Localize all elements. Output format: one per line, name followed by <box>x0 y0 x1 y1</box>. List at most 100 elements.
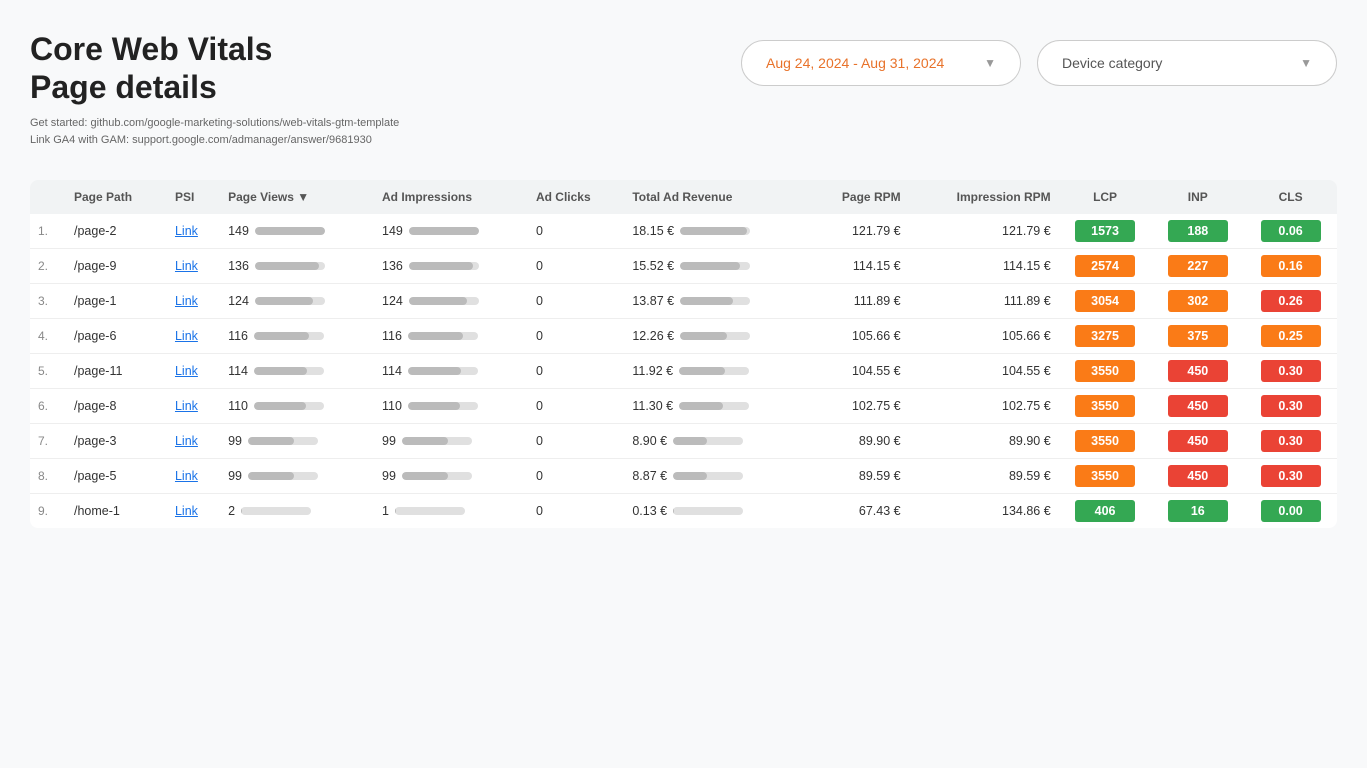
psi-link[interactable]: Link <box>175 259 198 273</box>
total-ad-revenue-cell: 12.26 € <box>632 329 798 343</box>
page-views-cell: 99 <box>228 434 366 448</box>
table-row: 1./page-2Link 149 149 0 18.15 € 121.79 €… <box>30 214 1337 249</box>
cls-badge: 0.30 <box>1261 430 1321 452</box>
lcp-badge: 3550 <box>1075 360 1135 382</box>
ad-clicks-cell: 0 <box>536 399 543 413</box>
device-filter-arrow-icon: ▼ <box>1300 56 1312 70</box>
total-ad-revenue-bar <box>679 367 749 375</box>
inp-badge: 227 <box>1168 255 1228 277</box>
lcp-badge: 3550 <box>1075 465 1135 487</box>
ad-clicks-cell: 0 <box>536 294 543 308</box>
psi-link[interactable]: Link <box>175 399 198 413</box>
cls-cell: 0.06 <box>1244 214 1337 249</box>
psi-link[interactable]: Link <box>175 504 198 518</box>
page-rpm-cell: 105.66 € <box>852 329 901 343</box>
page-rpm-cell: 114.15 € <box>853 259 901 273</box>
row-number: 7. <box>38 434 48 448</box>
page-views-bar <box>241 507 311 515</box>
psi-link[interactable]: Link <box>175 364 198 378</box>
page-path-cell: /page-9 <box>74 259 116 273</box>
cls-badge: 0.30 <box>1261 395 1321 417</box>
ad-impressions-cell: 114 <box>382 364 520 378</box>
cls-badge: 0.30 <box>1261 465 1321 487</box>
row-number: 3. <box>38 294 48 308</box>
total-ad-revenue-bar <box>673 437 743 445</box>
total-ad-revenue-cell: 13.87 € <box>632 294 798 308</box>
cls-badge: 0.06 <box>1261 220 1321 242</box>
cls-cell: 0.30 <box>1244 423 1337 458</box>
page-subtitle: Get started: github.com/google-marketing… <box>30 115 399 150</box>
row-number: 2. <box>38 259 48 273</box>
page-views-cell: 114 <box>228 364 366 378</box>
page-rpm-cell: 111.89 € <box>854 294 901 308</box>
col-impression-rpm: Impression RPM <box>909 180 1059 214</box>
table-row: 3. /page-1 Link 124 124 0 13.87 € 111.89 €… <box>30 283 1337 318</box>
date-filter-dropdown[interactable]: Aug 24, 2024 - Aug 31, 2024 ▼ <box>741 40 1021 86</box>
inp-badge: 450 <box>1168 360 1228 382</box>
psi-link[interactable]: Link <box>175 294 198 308</box>
device-filter-dropdown[interactable]: Device category ▼ <box>1037 40 1337 86</box>
psi-link[interactable]: Link <box>175 469 198 483</box>
cls-badge: 0.30 <box>1261 360 1321 382</box>
page-path-cell: /page-3 <box>74 434 116 448</box>
row-number: 9. <box>38 504 48 518</box>
psi-link[interactable]: Link <box>175 434 198 448</box>
ad-clicks-cell: 0 <box>536 364 543 378</box>
cls-badge: 0.25 <box>1261 325 1321 347</box>
col-page-views: Page Views ▼ <box>220 180 374 214</box>
row-number: 8. <box>38 469 48 483</box>
col-total-ad-revenue: Total Ad Revenue <box>624 180 806 214</box>
page-views-bar <box>248 437 318 445</box>
inp-badge: 450 <box>1168 395 1228 417</box>
lcp-cell: 3054 <box>1059 283 1152 318</box>
lcp-badge: 2574 <box>1075 255 1135 277</box>
inp-cell: 188 <box>1151 214 1244 249</box>
cls-cell: 0.30 <box>1244 353 1337 388</box>
psi-link[interactable]: Link <box>175 224 198 238</box>
col-ad-clicks: Ad Clicks <box>528 180 624 214</box>
impression-rpm-cell: 121.79 € <box>1002 224 1051 238</box>
impression-rpm-cell: 102.75 € <box>1002 399 1051 413</box>
row-number: 5. <box>38 364 48 378</box>
inp-cell: 450 <box>1151 388 1244 423</box>
page-views-bar <box>254 402 324 410</box>
data-table: Page Path PSI Page Views ▼ Ad Impression… <box>30 180 1337 528</box>
page-views-bar <box>254 367 324 375</box>
impression-rpm-cell: 104.55 € <box>1002 364 1051 378</box>
ad-impressions-cell: 124 <box>382 294 520 308</box>
cls-cell: 0.26 <box>1244 283 1337 318</box>
lcp-cell: 3550 <box>1059 458 1152 493</box>
lcp-cell: 1573 <box>1059 214 1152 249</box>
inp-cell: 450 <box>1151 353 1244 388</box>
psi-link[interactable]: Link <box>175 329 198 343</box>
ad-impressions-cell: 99 <box>382 434 520 448</box>
inp-cell: 302 <box>1151 283 1244 318</box>
ad-impressions-cell: 149 <box>382 224 520 238</box>
page-path-cell: /page-1 <box>74 294 116 308</box>
total-ad-revenue-cell: 11.92 € <box>632 364 798 378</box>
page-views-bar <box>248 472 318 480</box>
device-filter-label: Device category <box>1062 55 1162 71</box>
lcp-badge: 1573 <box>1075 220 1135 242</box>
page-rpm-cell: 121.79 € <box>852 224 901 238</box>
ad-clicks-cell: 0 <box>536 224 543 238</box>
total-ad-revenue-cell: 11.30 € <box>632 399 798 413</box>
ad-impressions-bar <box>408 402 478 410</box>
inp-badge: 302 <box>1168 290 1228 312</box>
page-views-bar <box>255 227 325 235</box>
total-ad-revenue-bar <box>680 297 750 305</box>
cls-cell: 0.16 <box>1244 248 1337 283</box>
page-views-cell: 124 <box>228 294 366 308</box>
ad-impressions-bar <box>409 297 479 305</box>
ad-impressions-bar <box>395 507 465 515</box>
page-views-cell: 99 <box>228 469 366 483</box>
date-filter-arrow-icon: ▼ <box>984 56 996 70</box>
total-ad-revenue-bar <box>679 402 749 410</box>
cls-badge: 0.00 <box>1261 500 1321 522</box>
inp-cell: 16 <box>1151 493 1244 528</box>
ad-impressions-bar <box>402 472 472 480</box>
lcp-badge: 3054 <box>1075 290 1135 312</box>
ad-clicks-cell: 0 <box>536 259 543 273</box>
cls-badge: 0.26 <box>1261 290 1321 312</box>
lcp-cell: 3550 <box>1059 388 1152 423</box>
